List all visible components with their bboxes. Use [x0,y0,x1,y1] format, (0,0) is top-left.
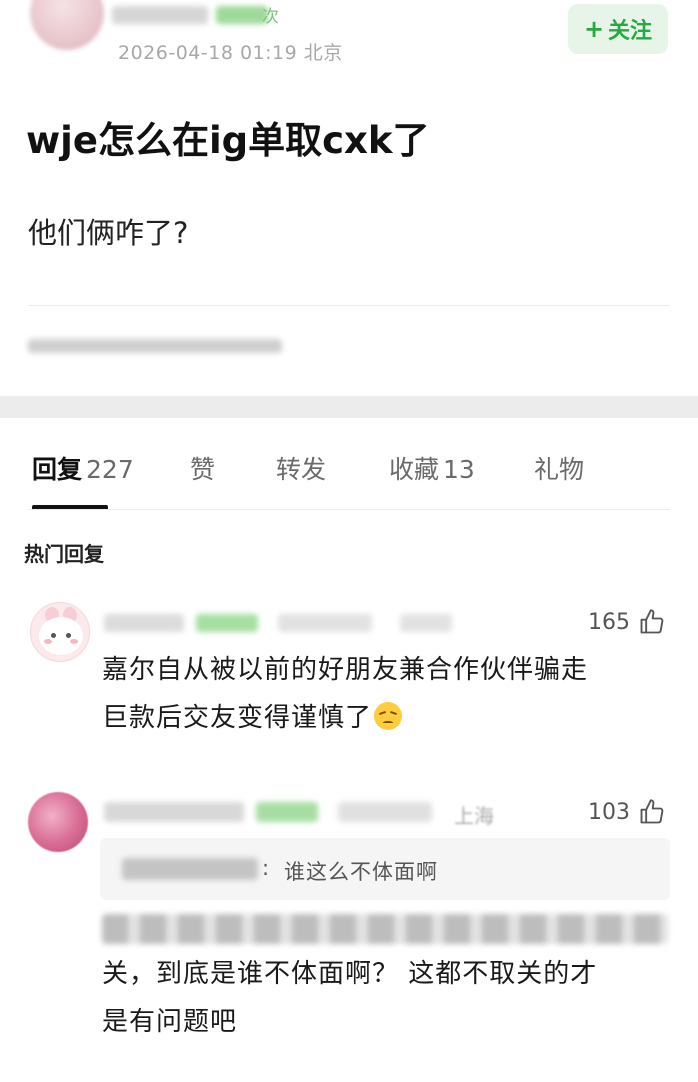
post-meta: 2026-04-18 01:19 北京 [118,38,343,65]
commenter-avatar[interactable] [28,792,88,852]
tab-favorites-count: 13 [443,455,475,484]
comment-meta-redacted [400,614,452,632]
tab-gifts[interactable]: 礼物 [534,450,584,486]
follow-label: 关注 [608,19,653,44]
author-name-redacted[interactable] [112,6,208,24]
comment-text: 嘉尔自从被以前的好朋友兼合作伙伴骗走 巨款后交友变得谨慎了 [102,646,588,742]
post-timestamp: 2026-04-18 01:19 [118,42,298,64]
quoted-reply-text: 谁这么不体面啊 [284,860,438,884]
tab-reposts-label: 转发 [276,455,327,484]
tab-reposts[interactable]: 转发 [276,450,326,486]
thumbs-up-icon [640,609,664,634]
tab-likes[interactable]: 赞 [190,450,215,486]
comment-meta-redacted [338,802,432,822]
interaction-tabs: 回复 227 赞 转发 收藏 13 礼物 [0,450,698,510]
comment-text-redacted [102,914,668,944]
comment-text-line: 巨款后交友变得谨慎了 [102,694,588,742]
quoted-user-redacted [122,858,258,880]
tab-favorites-label: 收藏 [389,455,440,484]
tab-replies[interactable]: 回复 227 [32,450,134,486]
post-footer-redacted [28,339,282,353]
comment-meta-redacted [278,614,372,632]
plus-icon: + [583,15,605,43]
commenter-avatar[interactable] [30,602,90,662]
comment-like-count: 103 [588,799,630,825]
tabs-divider [28,509,670,510]
author-badge-tail: 次 [262,7,279,27]
tab-replies-count: 227 [86,455,134,484]
author-avatar[interactable] [30,0,104,50]
divider [28,305,670,306]
commenter-name-redacted[interactable] [104,614,184,632]
comment-text-line: 嘉尔自从被以前的好朋友兼合作伙伴骗走 [102,655,589,685]
quote-separator: : [262,856,270,880]
author-badge-redacted [216,6,268,24]
post-location: 北京 [303,42,343,64]
follow-button[interactable]: + 关注 [568,4,668,54]
comment-like-count: 165 [588,609,630,635]
section-band [0,396,698,418]
tab-gifts-label: 礼物 [534,455,585,484]
comment-like-button[interactable]: 103 [588,798,666,826]
hot-replies-heading: 热门回复 [24,542,104,566]
post-title: wje怎么在ig单取cxk了 [26,119,430,162]
commenter-badge-redacted [256,802,318,822]
comment-text: 关，到底是谁不体面啊？ 这都不取关的才 是有问题吧 [102,950,597,1046]
comment-text-line: 是有问题吧 [102,1007,238,1037]
comment-like-button[interactable]: 165 [588,608,666,636]
tab-likes-label: 赞 [190,455,216,484]
tab-favorites[interactable]: 收藏 13 [389,450,475,486]
commenter-name-redacted[interactable] [104,802,244,822]
thumbs-up-icon [640,799,664,824]
comment-text-line: 关，到底是谁不体面啊？ 这都不取关的才 [102,959,598,989]
comment-location: 上海 [454,804,494,828]
tab-replies-label: 回复 [32,455,83,484]
post-body: 他们俩咋了? [28,216,189,250]
commenter-badge-redacted [196,614,258,632]
disappointed-face-icon [374,702,403,730]
